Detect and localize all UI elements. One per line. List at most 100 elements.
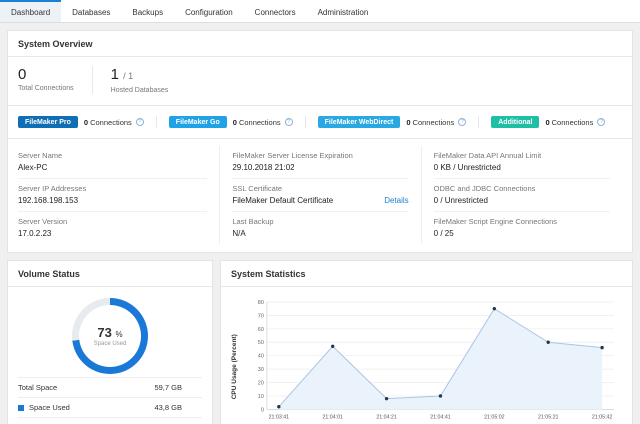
divider bbox=[221, 286, 632, 287]
tab-configuration[interactable]: Configuration bbox=[174, 0, 244, 22]
server-details-column-1: Server Name Alex-PC Server IP Addresses … bbox=[18, 146, 219, 244]
filemaker-webdirect-connections-label: Connections bbox=[413, 118, 455, 127]
hosted-databases-stat: 1 / 1 Hosted Databases bbox=[111, 66, 169, 94]
filemaker-go-badge: FileMaker Go bbox=[169, 116, 227, 128]
filemaker-go-count: 0 bbox=[233, 118, 237, 127]
divider bbox=[8, 56, 632, 57]
filemaker-pro-group: FileMaker Pro 0 Connections ? bbox=[18, 116, 156, 128]
volume-legend: Total Space 59,7 GB Space Used 43,8 GB S… bbox=[18, 377, 202, 424]
filemaker-webdirect-count: 0 bbox=[406, 118, 410, 127]
svg-text:0: 0 bbox=[261, 407, 264, 413]
svg-text:21:05:02: 21:05:02 bbox=[484, 414, 505, 420]
chart-main: 0102030405060708021:03:4121:04:0121:04:2… bbox=[243, 296, 622, 424]
svg-text:21:05:21: 21:05:21 bbox=[538, 414, 559, 420]
filemaker-webdirect-badge: FileMaker WebDirect bbox=[318, 116, 401, 128]
tab-administration[interactable]: Administration bbox=[307, 0, 380, 22]
total-space-value: 59,7 GB bbox=[154, 383, 202, 392]
cpu-chart-wrap: CPU Usage (Percent) 0102030405060708021:… bbox=[231, 296, 622, 424]
space-used-caption: Space Used bbox=[94, 341, 127, 347]
server-version-value: 17.0.2.23 bbox=[18, 229, 207, 238]
chart-y-axis-label: CPU Usage (Percent) bbox=[231, 296, 243, 424]
bottom-row: Volume Status 73 % Space Used bbox=[7, 260, 633, 424]
additional-badge: Additional bbox=[491, 116, 539, 128]
space-used-donut: 73 % Space Used bbox=[72, 298, 148, 374]
svg-text:20: 20 bbox=[258, 380, 264, 386]
svg-text:30: 30 bbox=[258, 367, 264, 373]
filemaker-pro-count: 0 bbox=[84, 118, 88, 127]
svg-text:10: 10 bbox=[258, 394, 264, 400]
tab-dashboard[interactable]: Dashboard bbox=[0, 0, 61, 22]
info-icon[interactable]: ? bbox=[285, 118, 293, 126]
data-api-limit-label: FileMaker Data API Annual Limit bbox=[434, 151, 610, 160]
tab-connectors[interactable]: Connectors bbox=[244, 0, 307, 22]
data-api-limit-value: 0 KB / Unrestricted bbox=[434, 163, 610, 172]
server-details-column-2: FileMaker Server License Expiration 29.1… bbox=[219, 146, 420, 244]
hosted-databases-label: Hosted Databases bbox=[111, 87, 169, 94]
hosted-databases-value: 1 / 1 bbox=[111, 66, 169, 85]
svg-text:80: 80 bbox=[258, 300, 264, 306]
svg-text:21:05:42: 21:05:42 bbox=[592, 414, 613, 420]
server-details-column-3: FileMaker Data API Annual Limit 0 KB / U… bbox=[421, 146, 622, 244]
ssl-certificate-cell: SSL Certificate FileMaker Default Certif… bbox=[232, 178, 408, 211]
info-icon[interactable]: ? bbox=[136, 118, 144, 126]
total-connections-stat: 0 Total Connections bbox=[18, 66, 74, 94]
divider bbox=[92, 66, 93, 94]
filemaker-go-connections-label: Connections bbox=[239, 118, 281, 127]
client-badges-row: FileMaker Pro 0 Connections ? FileMaker … bbox=[18, 113, 622, 131]
dashboard-page: System Overview 0 Total Connections 1 / … bbox=[0, 23, 640, 424]
svg-text:50: 50 bbox=[258, 340, 264, 346]
server-version-label: Server Version bbox=[18, 217, 207, 226]
server-name-value: Alex-PC bbox=[18, 163, 207, 172]
filemaker-webdirect-group: FileMaker WebDirect 0 Connections ? bbox=[305, 116, 479, 128]
filemaker-go-group: FileMaker Go 0 Connections ? bbox=[156, 116, 305, 128]
filemaker-pro-badge: FileMaker Pro bbox=[18, 116, 78, 128]
system-overview-card: System Overview 0 Total Connections 1 / … bbox=[7, 30, 633, 253]
tab-databases[interactable]: Databases bbox=[61, 0, 121, 22]
license-expiration-label: FileMaker Server License Expiration bbox=[232, 151, 408, 160]
divider bbox=[8, 138, 632, 139]
server-ip-label: Server IP Addresses bbox=[18, 184, 207, 193]
space-used-label: Space Used bbox=[29, 403, 70, 412]
tab-backups[interactable]: Backups bbox=[121, 0, 174, 22]
volume-status-title: Volume Status bbox=[18, 269, 202, 279]
total-connections-value: 0 bbox=[18, 66, 74, 83]
system-statistics-title: System Statistics bbox=[231, 269, 622, 279]
percent-sign: % bbox=[115, 330, 122, 339]
ssl-details-link[interactable]: Details bbox=[384, 196, 408, 205]
data-api-limit-cell: FileMaker Data API Annual Limit 0 KB / U… bbox=[434, 146, 610, 178]
additional-count: 0 bbox=[545, 118, 549, 127]
svg-text:70: 70 bbox=[258, 313, 264, 319]
space-used-percent: 73 % bbox=[97, 325, 122, 340]
cpu-usage-chart: 0102030405060708021:03:4121:04:0121:04:2… bbox=[243, 296, 622, 424]
last-backup-value: N/A bbox=[232, 229, 408, 238]
space-remaining-row: Space Remaining 15,9 GB bbox=[18, 417, 202, 424]
divider bbox=[8, 286, 212, 287]
odbc-jdbc-cell: ODBC and JDBC Connections 0 / Unrestrict… bbox=[434, 178, 610, 211]
script-engine-value: 0 / 25 bbox=[434, 229, 610, 238]
hosted-databases-total: / 1 bbox=[123, 71, 133, 81]
system-statistics-card: System Statistics CPU Usage (Percent) 0 1… bbox=[220, 260, 633, 424]
odbc-jdbc-label: ODBC and JDBC Connections bbox=[434, 184, 610, 193]
total-space-row: Total Space 59,7 GB bbox=[18, 377, 202, 397]
info-icon[interactable]: ? bbox=[458, 118, 466, 126]
hosted-databases-count: 1 bbox=[111, 66, 119, 83]
server-details-grid: Server Name Alex-PC Server IP Addresses … bbox=[18, 146, 622, 244]
space-used-value: 43,8 GB bbox=[154, 403, 202, 412]
total-space-label: Total Space bbox=[18, 383, 57, 392]
last-backup-label: Last Backup bbox=[232, 217, 408, 226]
total-connections-label: Total Connections bbox=[18, 85, 74, 92]
svg-text:21:04:21: 21:04:21 bbox=[376, 414, 397, 420]
info-icon[interactable]: ? bbox=[597, 118, 605, 126]
space-used-row: Space Used 43,8 GB bbox=[18, 397, 202, 417]
divider bbox=[8, 105, 632, 106]
svg-text:60: 60 bbox=[258, 327, 264, 333]
server-version-cell: Server Version 17.0.2.23 bbox=[18, 211, 207, 244]
svg-text:21:03:41: 21:03:41 bbox=[269, 414, 290, 420]
license-expiration-value: 29.10.2018 21:02 bbox=[232, 163, 408, 172]
server-ip-value: 192.168.198.153 bbox=[18, 196, 207, 205]
top-navigation: Dashboard Databases Backups Configuratio… bbox=[0, 0, 640, 23]
space-used-marker-icon bbox=[18, 405, 24, 411]
donut-center: 73 % Space Used bbox=[79, 305, 141, 367]
system-overview-title: System Overview bbox=[18, 39, 622, 49]
connection-stats-row: 0 Total Connections 1 / 1 Hosted Databas… bbox=[18, 64, 622, 98]
